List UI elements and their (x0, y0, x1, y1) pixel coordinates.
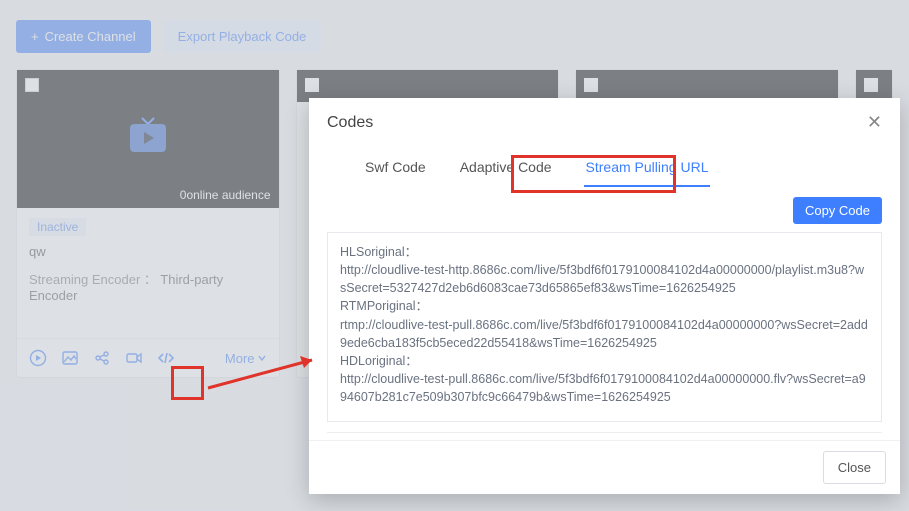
divider (327, 432, 882, 433)
tab-stream-pulling[interactable]: Stream Pulling URL (584, 153, 711, 187)
copy-code-button[interactable]: Copy Code (793, 197, 882, 224)
close-button[interactable]: Close (823, 451, 886, 484)
tab-swf[interactable]: Swf Code (363, 153, 428, 187)
close-icon[interactable]: ✕ (867, 112, 882, 133)
hdl-url: http://cloudlive-test-pull.8686c.com/liv… (340, 370, 869, 406)
code-output[interactable]: HLSoriginal： http://cloudlive-test-http.… (327, 232, 882, 422)
codes-modal: Codes ✕ Swf Code Adaptive Code Stream Pu… (309, 98, 900, 494)
code-tabs: Swf Code Adaptive Code Stream Pulling UR… (309, 153, 900, 191)
modal-title: Codes (327, 114, 373, 132)
hdl-label: HDLoriginal： (340, 352, 869, 370)
hls-url: http://cloudlive-test-http.8686c.com/liv… (340, 261, 869, 297)
rtmp-label: RTMPoriginal： (340, 297, 869, 315)
close-label: Close (838, 460, 871, 475)
rtmp-url: rtmp://cloudlive-test-pull.8686c.com/liv… (340, 316, 869, 352)
hls-label: HLSoriginal： (340, 243, 869, 261)
tab-adaptive[interactable]: Adaptive Code (458, 153, 554, 187)
copy-code-label: Copy Code (805, 203, 870, 218)
